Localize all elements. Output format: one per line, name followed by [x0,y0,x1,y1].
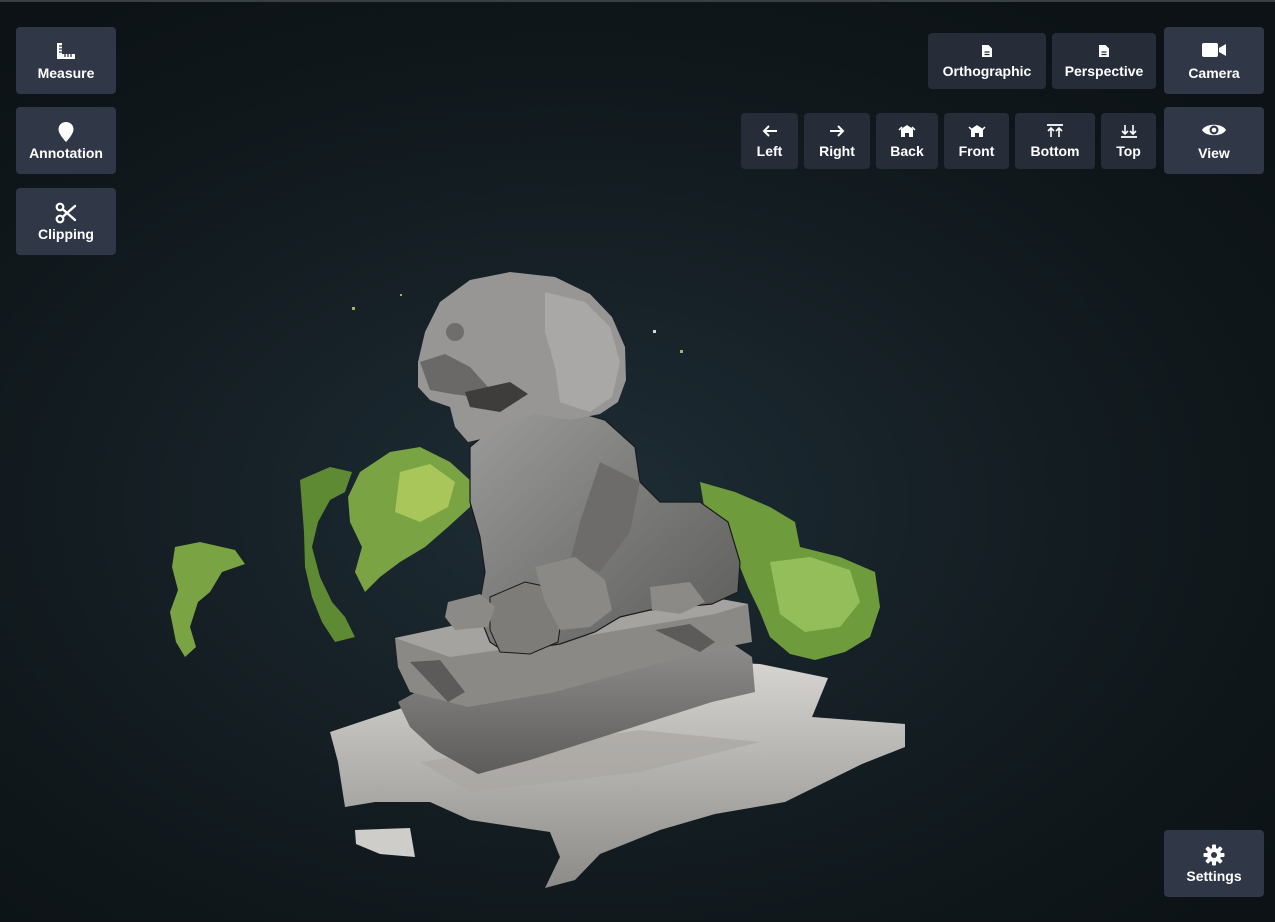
foliage-left [170,447,472,657]
clipping-button[interactable]: Clipping [16,188,116,255]
perspective-button[interactable]: Perspective [1052,33,1156,89]
view-top-label: Top [1116,142,1141,159]
orthographic-label: Orthographic [942,62,1032,79]
video-camera-icon [1201,41,1227,61]
perspective-label: Perspective [1064,62,1144,79]
gear-icon [1203,844,1225,865]
annotation-button[interactable]: Annotation [16,107,116,174]
measure-button[interactable]: Measure [16,27,116,94]
view-left-label: Left [756,142,783,159]
annotation-label: Annotation [29,144,103,161]
scissors-icon [55,202,77,223]
file-icon [1098,44,1110,60]
camera-label: Camera [1188,64,1240,81]
measure-label: Measure [37,64,95,81]
ruler-icon [55,41,77,61]
view-button[interactable]: View [1164,107,1264,174]
view-front-icon [967,124,986,140]
file-icon [981,44,993,60]
orthographic-button[interactable]: Orthographic [928,33,1046,89]
view-right-label: Right [819,142,855,159]
view-front-button[interactable]: Front [944,113,1009,169]
view-back-icon [898,124,916,140]
arrow-right-icon [829,124,845,140]
clipping-label: Clipping [38,225,94,242]
view-left-button[interactable]: Left [741,113,798,169]
camera-button[interactable]: Camera [1164,27,1264,94]
view-top-button[interactable]: Top [1101,113,1156,169]
view-right-button[interactable]: Right [804,113,870,169]
view-label: View [1198,144,1230,161]
view-front-label: Front [958,142,995,159]
eye-icon [1201,121,1227,141]
settings-label: Settings [1186,867,1242,884]
arrows-up-icon [1046,123,1064,140]
map-pin-icon [57,121,75,142]
arrow-left-icon [762,124,778,140]
settings-button[interactable]: Settings [1164,830,1264,897]
view-back-button[interactable]: Back [876,113,938,169]
view-bottom-label: Bottom [1030,142,1080,159]
view-bottom-button[interactable]: Bottom [1015,113,1095,169]
arrows-down-icon [1120,124,1138,140]
view-back-label: Back [890,142,924,159]
